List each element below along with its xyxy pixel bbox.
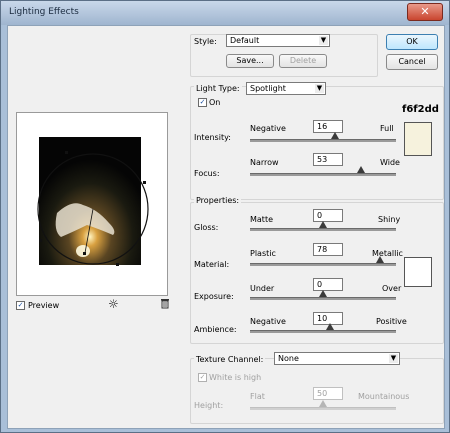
trash-icon[interactable] bbox=[160, 298, 170, 311]
exposure-min-label: Under bbox=[250, 284, 275, 293]
light-on-label: On bbox=[209, 98, 221, 107]
delete-button[interactable]: Delete bbox=[279, 54, 327, 68]
chevron-down-icon: ▼ bbox=[319, 36, 328, 45]
texture-channel-select[interactable]: None ▼ bbox=[274, 352, 400, 365]
material-slider-thumb[interactable] bbox=[375, 256, 384, 263]
white-is-high-checkbox[interactable]: ✓ bbox=[198, 373, 207, 382]
close-button[interactable]: ✕ bbox=[407, 3, 443, 21]
gloss-label: Gloss: bbox=[194, 223, 219, 232]
ambience-min-label: Negative bbox=[250, 317, 286, 326]
cancel-button[interactable]: Cancel bbox=[386, 54, 438, 70]
focus-slider-thumb[interactable] bbox=[356, 166, 365, 173]
material-slider-track[interactable] bbox=[250, 263, 396, 266]
exposure-value-field[interactable]: 0 bbox=[313, 278, 343, 291]
white-is-high-label: White is high bbox=[209, 373, 262, 382]
window-title: Lighting Effects bbox=[9, 7, 79, 17]
light-handle[interactable] bbox=[65, 151, 68, 154]
light-type-value: Spotlight bbox=[250, 84, 286, 93]
ambience-slider-track[interactable] bbox=[250, 330, 396, 333]
focus-label: Focus: bbox=[194, 169, 220, 178]
ambience-max-label: Positive bbox=[376, 317, 407, 326]
preview-label: Preview bbox=[28, 301, 60, 310]
light-type-label: Light Type: bbox=[194, 84, 242, 93]
light-on-checkbox[interactable]: ✓ bbox=[198, 98, 207, 107]
light-handle[interactable] bbox=[143, 181, 146, 184]
gloss-slider-thumb[interactable] bbox=[319, 221, 327, 228]
intensity-label: Intensity: bbox=[194, 133, 231, 142]
preview-checkbox[interactable]: ✓ bbox=[16, 301, 25, 310]
light-type-select[interactable]: Spotlight ▼ bbox=[246, 82, 326, 95]
material-min-label: Plastic bbox=[250, 249, 276, 258]
preview-pane[interactable] bbox=[16, 112, 168, 296]
height-max-label: Mountainous bbox=[358, 392, 410, 401]
gloss-value-field[interactable]: 0 bbox=[313, 209, 343, 222]
chevron-down-icon: ▼ bbox=[389, 354, 398, 363]
focus-slider-track[interactable] bbox=[250, 173, 396, 176]
light-handle[interactable] bbox=[116, 263, 119, 266]
light-handle[interactable] bbox=[39, 239, 42, 242]
ok-button[interactable]: OK bbox=[386, 34, 438, 50]
height-slider-track[interactable] bbox=[250, 407, 396, 410]
intensity-slider-track[interactable] bbox=[250, 139, 396, 142]
intensity-min-label: Negative bbox=[250, 124, 286, 133]
intensity-max-label: Full bbox=[380, 124, 394, 133]
texture-channel-label: Texture Channel: bbox=[194, 355, 266, 364]
height-slider-thumb[interactable] bbox=[319, 400, 327, 407]
light-color-swatch[interactable] bbox=[404, 122, 432, 156]
exposure-max-label: Over bbox=[382, 284, 402, 293]
exposure-label: Exposure: bbox=[194, 292, 234, 301]
style-label: Style: bbox=[194, 37, 217, 46]
style-select-value: Default bbox=[230, 36, 260, 45]
style-select[interactable]: Default ▼ bbox=[226, 34, 330, 47]
lightbulb-icon[interactable]: ☼ bbox=[108, 297, 119, 311]
intensity-slider-thumb[interactable] bbox=[330, 132, 339, 139]
height-value-field[interactable]: 50 bbox=[313, 387, 343, 400]
focus-min-label: Narrow bbox=[250, 158, 279, 167]
properties-title: Properties: bbox=[194, 196, 242, 205]
preview-photo bbox=[39, 137, 141, 265]
light-source-glow bbox=[76, 245, 90, 257]
ambience-slider-thumb[interactable] bbox=[326, 323, 335, 330]
title-bar[interactable]: Lighting Effects ✕ bbox=[1, 1, 449, 25]
material-color-swatch[interactable] bbox=[404, 257, 432, 287]
material-value-field[interactable]: 78 bbox=[313, 243, 343, 256]
lighting-effects-dialog: Lighting Effects ✕ ✓ Preview ☼ Style: De… bbox=[0, 0, 450, 433]
dialog-client: ✓ Preview ☼ Style: Default ▼ Save... Del… bbox=[7, 25, 445, 429]
light-color-hex: f6f2dd bbox=[402, 104, 439, 115]
chevron-down-icon: ▼ bbox=[315, 84, 324, 93]
material-label: Material: bbox=[194, 260, 230, 269]
focus-max-label: Wide bbox=[380, 158, 400, 167]
gloss-slider-track[interactable] bbox=[250, 228, 396, 231]
focus-value-field[interactable]: 53 bbox=[313, 153, 343, 166]
exposure-slider-track[interactable] bbox=[250, 297, 396, 300]
light-center-handle[interactable] bbox=[83, 252, 86, 255]
ambience-label: Ambience: bbox=[194, 325, 237, 334]
height-min-label: Flat bbox=[250, 392, 265, 401]
preview-canvas[interactable] bbox=[17, 113, 167, 295]
gloss-max-label: Shiny bbox=[378, 215, 401, 224]
exposure-slider-thumb[interactable] bbox=[319, 290, 327, 297]
gloss-min-label: Matte bbox=[250, 215, 273, 224]
save-button[interactable]: Save... bbox=[226, 54, 274, 68]
height-label: Height: bbox=[194, 401, 224, 410]
texture-channel-value: None bbox=[278, 354, 299, 363]
